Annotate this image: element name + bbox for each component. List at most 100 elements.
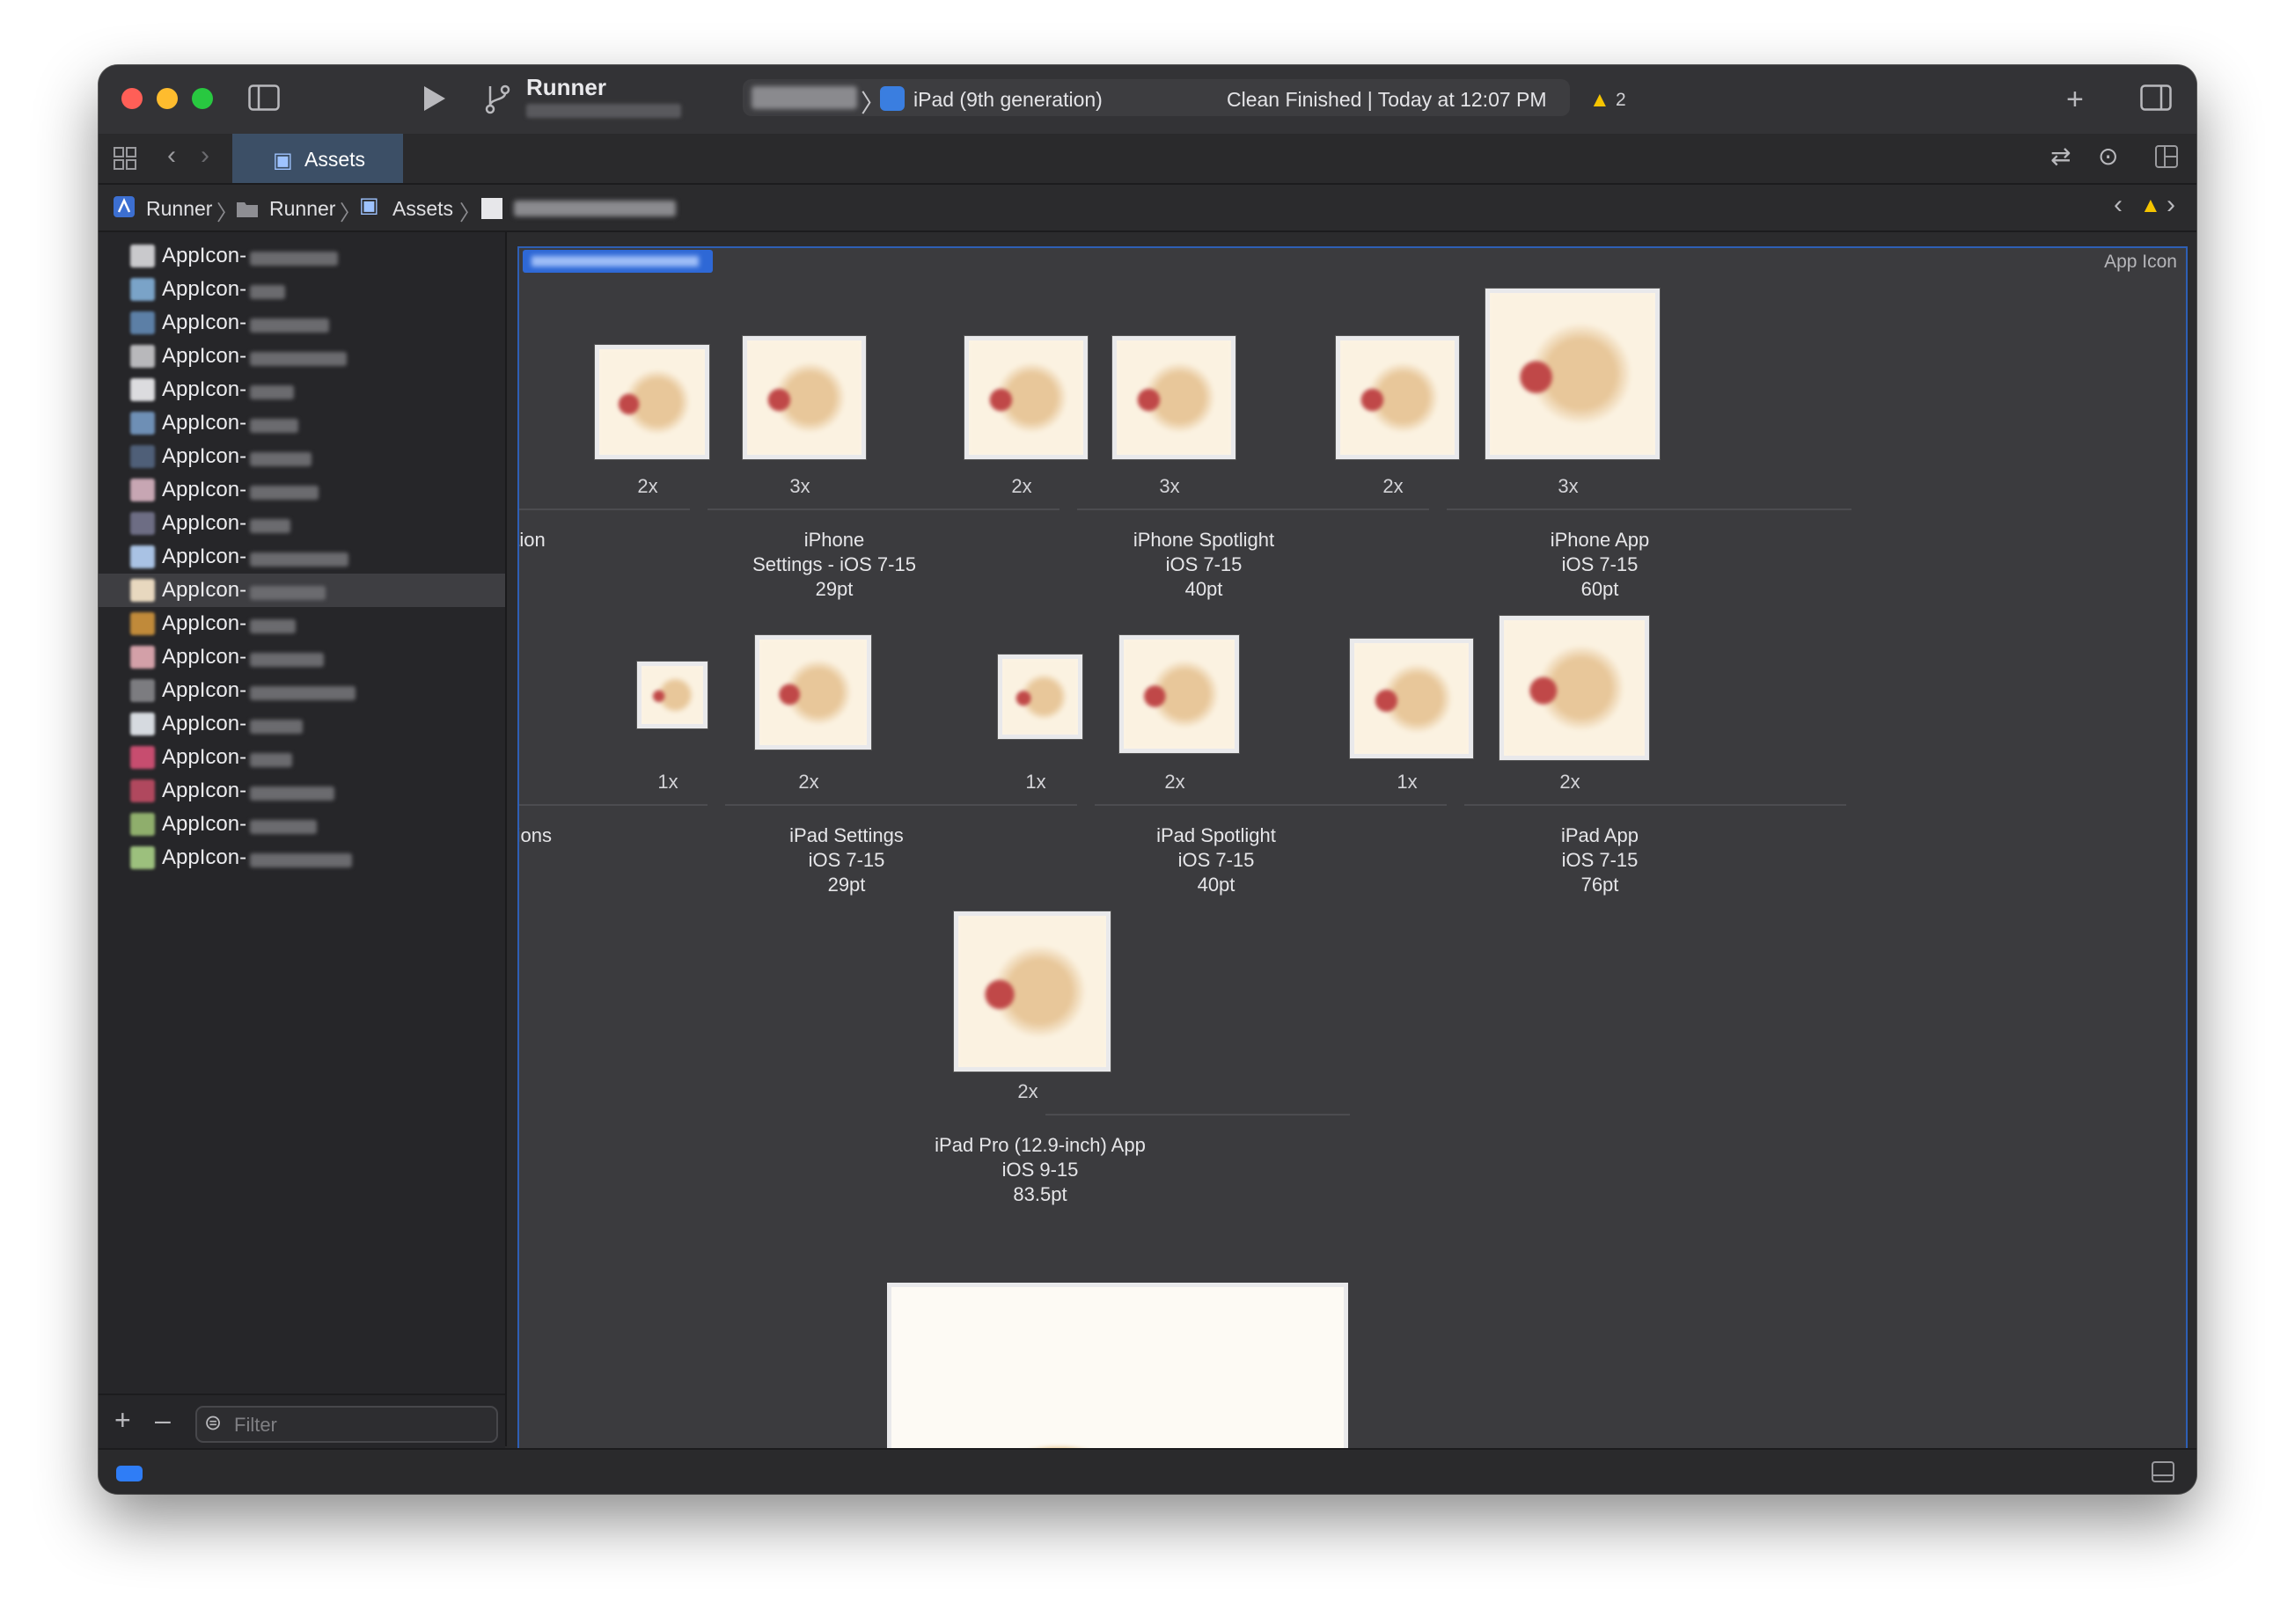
tab-assets[interactable]: ▣ Assets	[232, 134, 403, 183]
scale-label: 1x	[1397, 771, 1418, 793]
sidebar-item[interactable]: AppIcon-	[99, 340, 505, 373]
app-icon-image	[759, 640, 867, 745]
project-subtitle-blurred	[526, 104, 681, 118]
build-status: Clean Finished | Today at 12:07 PM	[1227, 88, 1547, 111]
icon-slot[interactable]	[998, 655, 1082, 739]
app-icon-image	[1354, 643, 1469, 754]
breadcrumb-item-blurred[interactable]	[514, 201, 676, 216]
run-destination[interactable]: iPad (9th generation)	[913, 88, 1103, 112]
sidebar-item-label: AppIcon-	[162, 779, 247, 802]
sidebar-item-name-blurred	[250, 552, 348, 567]
caption-line: 40pt	[1197, 874, 1235, 896]
sidebar-item[interactable]: AppIcon-	[99, 440, 505, 473]
warning-icon[interactable]: ▲	[2140, 195, 2161, 216]
back-icon[interactable]: ‹	[167, 143, 176, 169]
breadcrumb: Runner 〉 Runner 〉 ▣ Assets 〉 ‹ ▲ ›	[99, 185, 2196, 232]
icon-slot[interactable]	[595, 345, 709, 459]
next-issue-icon[interactable]: ›	[2167, 192, 2175, 218]
debug-bar	[99, 1448, 2196, 1494]
sidebar-item[interactable]: AppIcon-	[99, 507, 505, 540]
play-icon[interactable]	[421, 84, 447, 118]
group-caption: iPhone App iOS 7-15 60pt	[1380, 528, 1820, 602]
appicon-thumbnail	[130, 545, 155, 568]
sidebar-item[interactable]: AppIcon-	[99, 540, 505, 574]
minus-icon[interactable]: –	[155, 1406, 171, 1434]
asset-set-name-blurred[interactable]	[523, 250, 713, 273]
sidebar-item[interactable]: AppIcon-	[99, 640, 505, 674]
forward-icon[interactable]: ›	[201, 143, 209, 169]
filter-input[interactable]: ⊜ Filter	[195, 1406, 498, 1443]
group-caption: iPad Spotlight iOS 7-15 40pt	[996, 823, 1436, 897]
scale-label: 2x	[1017, 1080, 1038, 1102]
breadcrumb-item-assets[interactable]: Assets	[392, 197, 453, 221]
inspector-icon[interactable]	[2140, 84, 2172, 116]
group-divider	[519, 804, 708, 806]
minimize-window-button[interactable]	[157, 88, 178, 109]
split-icon[interactable]	[2154, 144, 2179, 174]
warning-count[interactable]: 2	[1616, 90, 1626, 111]
plus-icon[interactable]: +	[2066, 84, 2084, 114]
sidebar-toggle-icon[interactable]	[248, 84, 280, 116]
scale-label: 3x	[1558, 475, 1579, 497]
sidebar-item-name-blurred	[250, 519, 290, 533]
warning-icon[interactable]: ▲	[1589, 88, 1610, 113]
previous-issue-icon[interactable]: ‹	[2114, 192, 2123, 218]
app-store-icon-slot[interactable]	[887, 1283, 1348, 1450]
icon-slot[interactable]	[755, 635, 871, 750]
appicon-thumbnail	[130, 311, 155, 334]
breadcrumb-item-project[interactable]: Runner	[146, 197, 212, 221]
app-icon-image	[958, 916, 1106, 1067]
appicon-thumbnail	[130, 646, 155, 669]
sidebar-item[interactable]: AppIcon-	[99, 808, 505, 841]
panel-icon[interactable]	[2151, 1460, 2175, 1489]
group-caption: iPhone Spotlight iOS 7-15 40pt	[984, 528, 1424, 602]
swap-icon[interactable]: ⇄	[2050, 144, 2071, 169]
close-window-button[interactable]	[121, 88, 143, 109]
grid-icon[interactable]	[113, 146, 137, 176]
status-indicator[interactable]	[116, 1466, 143, 1481]
assets-icon: ▣	[273, 149, 293, 172]
plus-icon[interactable]: +	[114, 1406, 131, 1434]
sidebar-item-name-blurred	[250, 586, 326, 600]
sidebar-item[interactable]: AppIcon-	[99, 373, 505, 406]
sidebar-item[interactable]: AppIcon-	[99, 574, 505, 607]
sidebar-item[interactable]: AppIcon-	[99, 841, 505, 874]
scale-label: 3x	[1159, 475, 1180, 497]
sidebar-item[interactable]: AppIcon-	[99, 774, 505, 808]
sidebar-item[interactable]: AppIcon-	[99, 273, 505, 306]
sidebar-item-label: AppIcon-	[162, 812, 247, 836]
sidebar-item[interactable]: AppIcon-	[99, 674, 505, 707]
zoom-window-button[interactable]	[192, 88, 213, 109]
xcode-window: Runner 〉 iPad (9th generation) Clean Fin…	[99, 65, 2196, 1494]
sidebar-item[interactable]: AppIcon-	[99, 306, 505, 340]
sidebar-item-label: AppIcon-	[162, 344, 247, 368]
sidebar-item[interactable]: AppIcon-	[99, 406, 505, 440]
sidebar-item[interactable]: AppIcon-	[99, 607, 505, 640]
folder-icon	[236, 197, 259, 223]
sidebar-item[interactable]: AppIcon-	[99, 741, 505, 774]
caption-line: iOS 9-15	[1001, 1159, 1079, 1181]
icon-slot[interactable]	[637, 662, 708, 728]
icon-slot[interactable]	[1336, 336, 1459, 459]
icon-slot[interactable]	[1499, 616, 1649, 760]
appicon-thumbnail	[130, 479, 155, 501]
scale-label: 2x	[1559, 771, 1580, 793]
icon-slot[interactable]	[954, 911, 1111, 1072]
sidebar-item-name-blurred	[250, 252, 338, 266]
caption-line: 40pt	[1184, 578, 1223, 600]
sidebar-item-label: AppIcon-	[162, 712, 247, 735]
sidebar-item-label: AppIcon-	[162, 511, 247, 535]
icon-slot[interactable]	[964, 336, 1088, 459]
branch-icon[interactable]	[484, 83, 510, 120]
icon-slot[interactable]	[1485, 289, 1660, 459]
sidebar-item[interactable]: AppIcon-	[99, 707, 505, 741]
icon-slot[interactable]	[1350, 639, 1473, 758]
icon-slot[interactable]	[743, 336, 866, 459]
icon-slot[interactable]	[1112, 336, 1235, 459]
appicon-thumbnail	[130, 813, 155, 836]
breadcrumb-item-folder[interactable]: Runner	[269, 197, 335, 221]
sidebar-item[interactable]: AppIcon-	[99, 473, 505, 507]
more-icon[interactable]: ⊙	[2098, 144, 2118, 169]
sidebar-item[interactable]: AppIcon-	[99, 239, 505, 273]
icon-slot[interactable]	[1119, 635, 1239, 753]
